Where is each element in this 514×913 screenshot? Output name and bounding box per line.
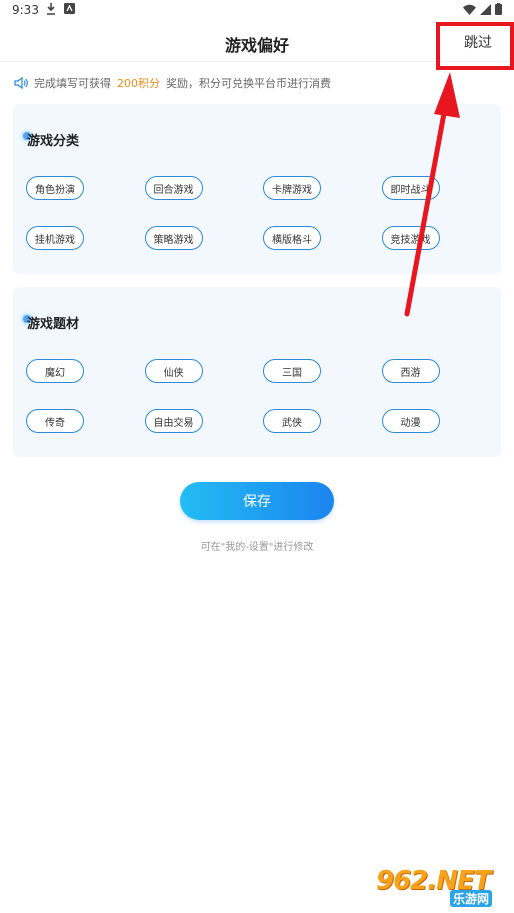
tag-anime[interactable]: 动漫 [381,409,440,433]
battery-icon [495,3,502,15]
tag-side-scrolling-fighting[interactable]: 横版格斗 [263,226,321,250]
tag-real-time-combat[interactable]: 即时战斗 [381,176,440,200]
tag-fantasy[interactable]: 魔幻 [26,359,84,383]
notice-suffix: 奖励，积分可兑换平台币进行消费 [166,77,331,90]
game-category-card: 游戏分类 角色扮演 回合游戏 卡牌游戏 即时战斗 挂机游戏 策略游戏 横版格斗 … [13,104,501,274]
save-button[interactable]: 保存 [180,482,334,520]
tag-turn-based[interactable]: 回合游戏 [144,176,203,200]
section-title-category: 游戏分类 [27,134,80,149]
tag-xianxia[interactable]: 仙侠 [144,359,203,383]
tag-free-trade[interactable]: 自由交易 [144,409,203,433]
reward-notice: 完成填写可获得 200积分 奖励，积分可兑换平台币进行消费 [14,75,331,91]
notice-prefix: 完成填写可获得 [34,77,111,90]
tag-three-kingdoms[interactable]: 三国 [263,359,321,383]
tag-strategy-game[interactable]: 策略游戏 [144,226,203,250]
download-icon [47,3,55,15]
watermark-logo: 962.NET 乐游网 [376,866,510,910]
tag-journey-west[interactable]: 西游 [381,359,440,383]
watermark-sub-text: 乐游网 [450,890,493,907]
tag-role-playing[interactable]: 角色扮演 [26,176,84,200]
game-theme-card: 游戏题材 魔幻 仙侠 三国 西游 传奇 自由交易 武侠 动漫 [13,287,501,457]
tag-card-game[interactable]: 卡牌游戏 [263,176,321,200]
status-time: 9:33 [12,3,39,17]
annotation-highlight-box [436,22,514,70]
app-notification-icon [64,3,75,14]
tag-idle-game[interactable]: 挂机游戏 [26,226,84,250]
notice-points: 200积分 [117,77,160,90]
theme-tag-grid: 魔幻 仙侠 三国 西游 传奇 自由交易 武侠 动漫 [26,359,496,433]
category-tag-grid: 角色扮演 回合游戏 卡牌游戏 即时战斗 挂机游戏 策略游戏 横版格斗 竞技游戏 [26,176,496,250]
tag-wuxia[interactable]: 武侠 [263,409,321,433]
signal-icon [480,3,491,15]
tag-legend[interactable]: 传奇 [26,409,84,433]
settings-hint: 可在"我的-设置"进行修改 [200,542,314,553]
section-title-theme: 游戏题材 [27,317,80,332]
tag-competitive-game[interactable]: 竞技游戏 [381,226,440,250]
wifi-icon [463,4,476,15]
status-bar: 9:33 [0,0,514,22]
speaker-icon [14,77,28,89]
